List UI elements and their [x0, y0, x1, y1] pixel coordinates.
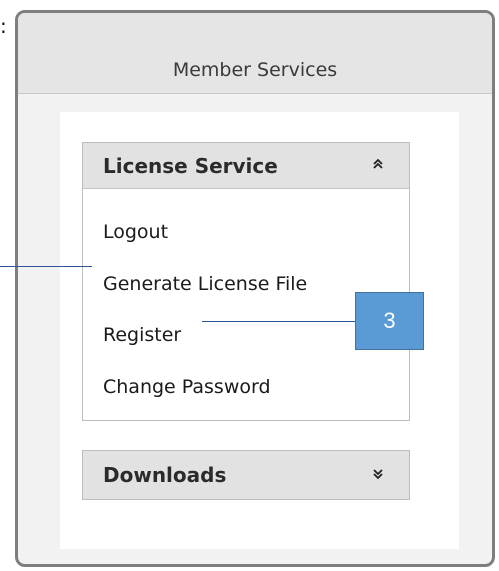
chevron-double-down-icon[interactable] [371, 467, 385, 484]
cropped-caption-mark: : [0, 14, 7, 38]
menu-item-logout[interactable]: Logout [103, 221, 168, 243]
screenshot-stage: : Member Services License Service Logout… [0, 0, 499, 571]
downloads-title: Downloads [103, 463, 227, 487]
callout-badge-register: 3 [355, 292, 424, 350]
menu-item-generate-license-file[interactable]: Generate License File [103, 273, 307, 295]
member-services-panel: Member Services License Service Logout G… [15, 10, 495, 567]
downloads-header[interactable]: Downloads [83, 451, 409, 499]
chevron-double-up-icon[interactable] [371, 157, 385, 174]
license-service-title: License Service [103, 153, 278, 178]
downloads-section: Downloads [82, 450, 410, 500]
callout-line-register [202, 321, 356, 322]
menu-item-change-password[interactable]: Change Password [103, 376, 271, 398]
license-service-header[interactable]: License Service [83, 143, 409, 189]
menu-item-register[interactable]: Register [103, 324, 181, 346]
panel-header: Member Services [18, 13, 492, 94]
callout-line-generate-license [0, 266, 92, 267]
license-service-section: License Service Logout Generate License … [82, 142, 410, 421]
panel-title: Member Services [172, 59, 338, 81]
